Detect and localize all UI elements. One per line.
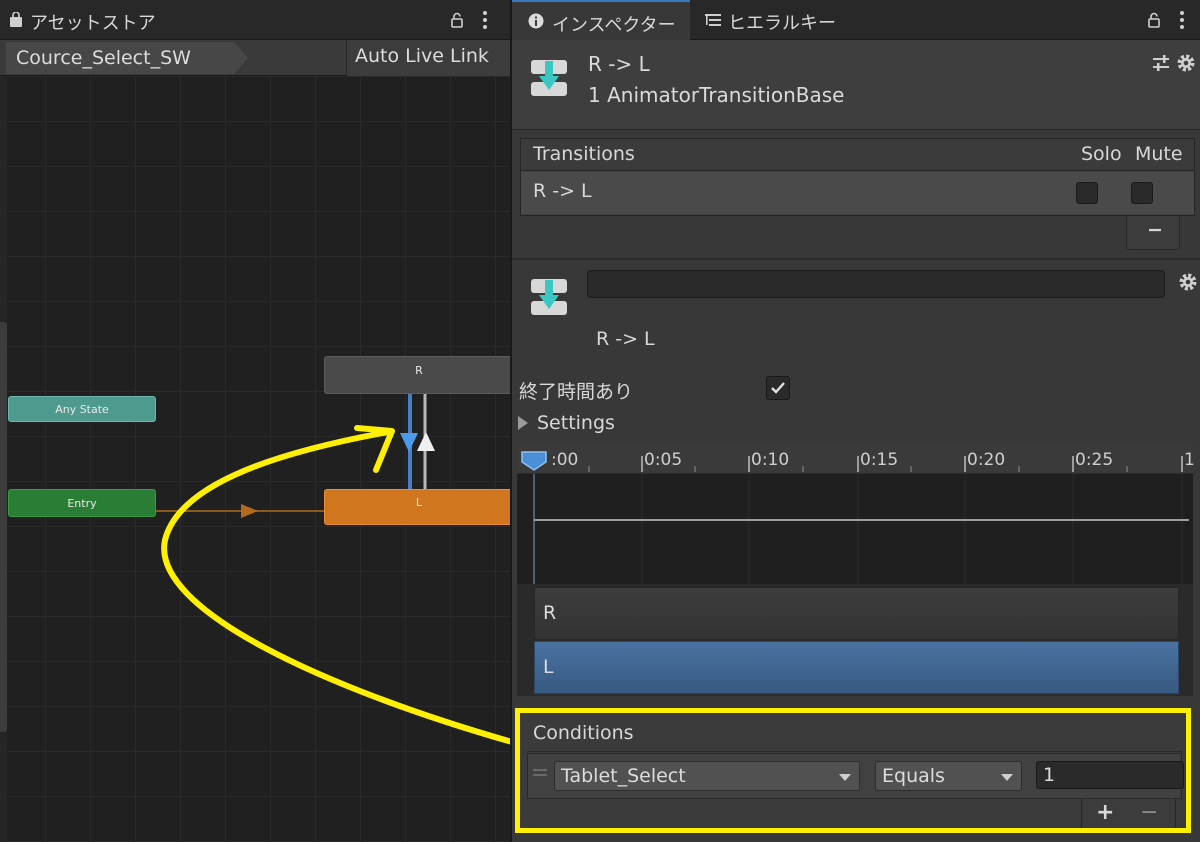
track-l-label: L [543, 656, 554, 678]
lock-icon[interactable] [1146, 12, 1162, 28]
remove-transition-button[interactable]: − [1126, 216, 1180, 250]
mute-checkbox[interactable] [1131, 182, 1153, 204]
remove-transition-label: − [1147, 219, 1163, 241]
transition-caption: R -> L [596, 328, 655, 350]
transition-item-label: R -> L [533, 180, 592, 202]
info-icon [528, 13, 544, 29]
settings-label: Settings [537, 412, 615, 434]
state-r-label: R [415, 364, 423, 377]
track-bar-r[interactable]: R [534, 587, 1179, 640]
settings-foldout[interactable]: Settings [518, 412, 638, 436]
inspector-subtitle: 1 AnimatorTransitionBase [588, 83, 845, 107]
up-arrow-icon [417, 432, 435, 451]
transitions-list: Transitions Solo Mute R -> L [520, 138, 1195, 216]
entry-label: Entry [67, 497, 97, 510]
section-divider [512, 258, 1200, 260]
tab-hierarchy-label: ヒエラルキー [728, 13, 836, 34]
has-exit-time-label: 終了時間あり [519, 381, 634, 403]
more-options-icon[interactable] [1179, 11, 1185, 29]
transition-list-item[interactable]: R -> L [521, 172, 1194, 214]
tab-inspector[interactable]: インスペクター [512, 0, 690, 41]
animator-panel: アセットストア Cource_Select_SW Auto Live Link … [0, 0, 510, 842]
solo-column-label: Solo [1081, 143, 1122, 165]
entry-node[interactable]: Entry [8, 489, 156, 517]
transitions-header-label: Transitions [533, 143, 635, 165]
solo-checkbox[interactable] [1076, 182, 1098, 204]
timeline-ruler: :00 0:05 0:10 0:15 0:20 0:25 1 [517, 446, 1195, 474]
entry-arrow-icon [241, 504, 258, 518]
preset-sliders-icon[interactable] [1152, 54, 1170, 72]
state-node-r[interactable]: R [324, 356, 510, 394]
transitions-list-header: Transitions Solo Mute [521, 139, 1194, 171]
foldout-arrow-icon [518, 416, 528, 430]
transition-name-field[interactable] [587, 270, 1165, 298]
any-state-label: Any State [55, 403, 109, 416]
gear-icon[interactable] [1178, 272, 1198, 292]
transition-icon [531, 279, 567, 315]
inspector-tab-bar: インスペクター ヒエラルキー [512, 0, 1200, 41]
track-bar-l[interactable]: L [534, 641, 1179, 694]
annotation-curve [161, 429, 510, 745]
transition-timeline[interactable]: :00 0:05 0:10 0:15 0:20 0:25 1 R L [517, 446, 1195, 696]
track-r-label: R [543, 602, 557, 624]
inspector-header: R -> L 1 AnimatorTransitionBase [512, 40, 1200, 130]
state-l-label: L [415, 496, 423, 509]
has-exit-time-checkbox[interactable] [766, 376, 790, 400]
timeline-grid [533, 474, 1189, 584]
timeline-curve-area [517, 474, 1193, 584]
tab-hierarchy[interactable]: ヒエラルキー [690, 0, 860, 40]
state-node-l[interactable]: L [324, 489, 510, 525]
gear-icon[interactable] [1176, 53, 1196, 73]
ruler-ticks [588, 456, 1183, 472]
annotation-highlight-box [515, 708, 1191, 833]
inspector-title: R -> L [588, 52, 650, 76]
transition-icon [531, 60, 567, 96]
mute-column-label: Mute [1135, 143, 1183, 165]
tab-inspector-label: インスペクター [552, 15, 676, 36]
any-state-node[interactable]: Any State [8, 396, 156, 422]
playhead-marker-icon[interactable] [520, 450, 548, 472]
down-arrow-icon [400, 433, 418, 452]
checkmark-icon [771, 382, 785, 394]
hierarchy-icon [705, 14, 721, 26]
